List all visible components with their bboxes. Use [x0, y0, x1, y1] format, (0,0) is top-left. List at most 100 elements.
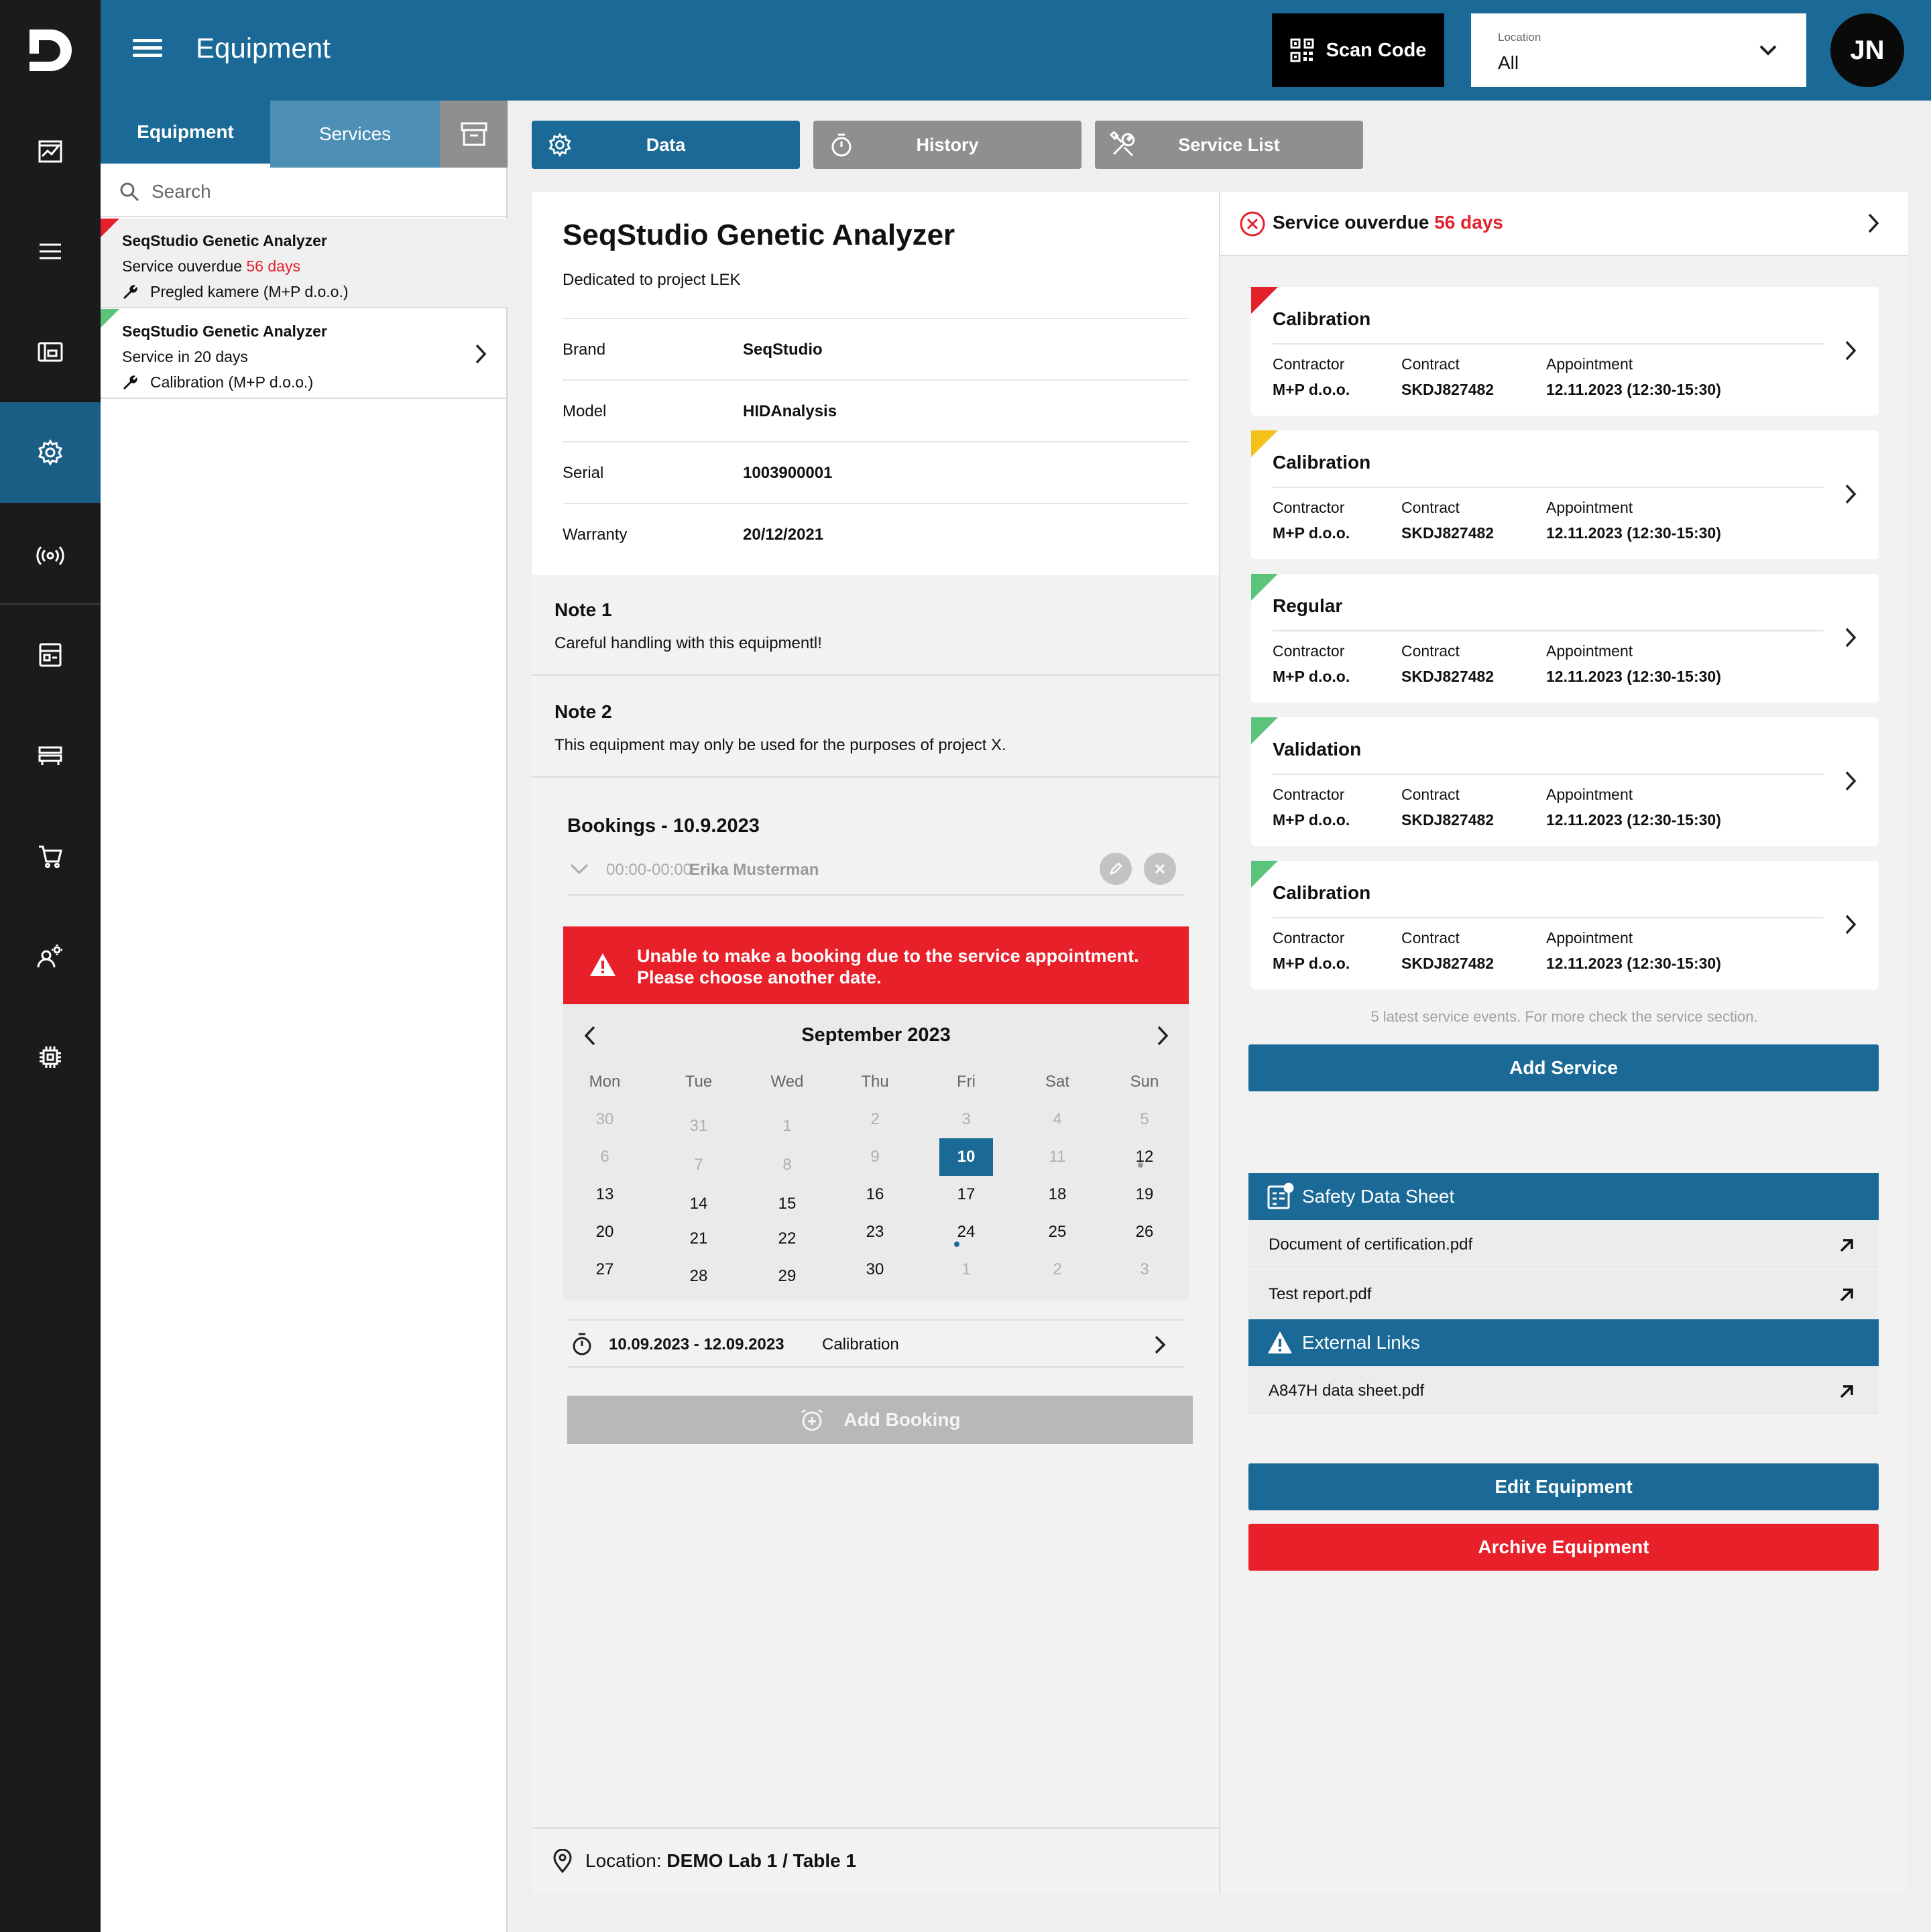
item-task: Pregled kamere (M+P d.o.o.) [122, 283, 349, 301]
storage-icon[interactable] [0, 705, 101, 806]
calendar-day[interactable]: 20 [578, 1213, 632, 1251]
user-avatar[interactable]: JN [1830, 13, 1904, 87]
calendar-day[interactable]: 31 [672, 1107, 725, 1145]
sensor-icon[interactable] [0, 503, 101, 603]
calendar-day[interactable]: 27 [578, 1251, 632, 1288]
calendar-day[interactable]: 16 [848, 1176, 902, 1213]
calendar-day[interactable]: 1 [939, 1251, 993, 1288]
service-card[interactable]: Calibration Contractor Contract Appointment… [1251, 861, 1879, 989]
calendar-day[interactable]: 3 [1118, 1251, 1171, 1288]
contract-label: Contract [1401, 355, 1460, 373]
booking-person: Erika Musterman [689, 861, 819, 879]
calendar-day[interactable]: 3 [939, 1101, 993, 1138]
location-select[interactable]: Location All [1471, 13, 1806, 87]
edit-equipment-button[interactable]: Edit Equipment [1248, 1463, 1879, 1510]
archive-tab[interactable] [440, 101, 508, 168]
calendar-day[interactable]: 7 [672, 1146, 725, 1184]
calendar-day[interactable]: 4 [1031, 1101, 1084, 1138]
equipment-list-item[interactable]: SeqStudio Genetic Analyzer Service ouver… [101, 219, 508, 308]
booking-row[interactable]: 00:00-00:00 Erika Musterman [567, 842, 1184, 896]
external-link[interactable]: A847H data sheet.pdf [1248, 1366, 1879, 1416]
calendar-day[interactable]: 9 [848, 1138, 902, 1176]
calendar-day-selected[interactable]: 10 [939, 1138, 993, 1176]
document-link[interactable]: Document of certification.pdf [1248, 1220, 1879, 1270]
calendar-day[interactable]: 15 [760, 1185, 814, 1223]
tab-service-list[interactable]: Service List [1095, 121, 1363, 169]
equipment-title: SeqStudio Genetic Analyzer [563, 219, 955, 251]
delete-booking-button[interactable] [1144, 853, 1176, 885]
scan-code-button[interactable]: Scan Code [1272, 13, 1444, 87]
chevron-right-icon [1845, 914, 1857, 934]
analytics-icon[interactable] [0, 101, 101, 201]
chevron-down-icon[interactable] [567, 859, 591, 880]
archive-equipment-button[interactable]: Archive Equipment [1248, 1524, 1879, 1571]
tab-services[interactable]: Services [270, 101, 440, 168]
property-row-brand: Brand SeqStudio [563, 318, 1189, 379]
service-card[interactable]: Validation Contractor Contract Appointment M… [1251, 717, 1879, 846]
top-header: Equipment Scan Code Location All JN [101, 0, 1931, 101]
user-settings-icon[interactable] [0, 906, 101, 1007]
service-overdue-header[interactable]: Service ouverdue 56 days [1220, 192, 1908, 256]
appointment-label: Appointment [1546, 929, 1633, 947]
service-card[interactable]: Calibration Contractor Contract Appointment… [1251, 287, 1879, 416]
calendar-day[interactable]: 28 [672, 1258, 725, 1295]
hamburger-menu-icon[interactable] [133, 35, 162, 64]
external-links-header: External Links [1248, 1319, 1879, 1366]
booking-error-alert: Unable to make a booking due to the serv… [563, 926, 1189, 1004]
scheduled-service-row[interactable]: 10.09.2023 - 12.09.2023 Calibration [567, 1319, 1184, 1368]
calendar-day[interactable]: 30 [848, 1251, 902, 1288]
inventory-icon[interactable] [0, 605, 101, 705]
calendar-day[interactable]: 6 [578, 1138, 632, 1176]
calendar-day[interactable]: 12 [1118, 1138, 1171, 1176]
external-link-icon [1840, 1239, 1853, 1252]
calendar-day[interactable]: 2 [1031, 1251, 1084, 1288]
service-card[interactable]: Calibration Contractor Contract Appointment… [1251, 430, 1879, 559]
calendar-day[interactable]: 19 [1118, 1176, 1171, 1213]
tab-data[interactable]: Data [532, 121, 800, 169]
calendar-day[interactable]: 25 [1031, 1213, 1084, 1251]
calendar-day[interactable]: 5 [1118, 1101, 1171, 1138]
tab-history[interactable]: History [813, 121, 1081, 169]
calendar-day[interactable]: 2 [848, 1101, 902, 1138]
equipment-list-item[interactable]: SeqStudio Genetic Analyzer Service in 20… [101, 309, 508, 399]
add-booking-button[interactable]: Add Booking [567, 1396, 1193, 1444]
calendar-day[interactable]: 21 [672, 1220, 725, 1258]
contractor-value: M+P d.o.o. [1273, 811, 1350, 829]
calendar-day[interactable]: 29 [760, 1258, 814, 1295]
calendar-day[interactable]: 17 [939, 1176, 993, 1213]
property-key: Serial [563, 464, 604, 482]
chevron-right-icon [1868, 213, 1879, 233]
calendar-day[interactable]: 1 [760, 1107, 814, 1145]
contract-value: SKDJ827482 [1401, 524, 1495, 542]
chip-icon[interactable] [0, 1007, 101, 1107]
calendar-day[interactable]: 11 [1031, 1138, 1084, 1176]
calendar-day[interactable]: 14 [672, 1185, 725, 1223]
calendar-day[interactable]: 24 [939, 1213, 993, 1251]
service-card[interactable]: Regular Contractor Contract Appointment M+P … [1251, 574, 1879, 703]
calendar-day[interactable]: 26 [1118, 1213, 1171, 1251]
gallery-icon[interactable] [0, 302, 101, 402]
equipment-detail-panel: SeqStudio Genetic Analyzer Dedicated to … [532, 192, 1219, 1893]
equipment-gear-icon[interactable] [0, 402, 101, 503]
contract-label: Contract [1401, 642, 1460, 660]
document-check-icon [1267, 1183, 1294, 1209]
calendar-next-icon[interactable] [1152, 1024, 1172, 1047]
calendar-day[interactable]: 13 [578, 1176, 632, 1213]
weekday-label: Thu [861, 1073, 889, 1091]
calendar-day[interactable]: 8 [760, 1146, 814, 1184]
list-icon[interactable] [0, 201, 101, 302]
add-service-button[interactable]: Add Service [1248, 1044, 1879, 1091]
cart-icon[interactable] [0, 806, 101, 906]
calendar-day[interactable]: 18 [1031, 1176, 1084, 1213]
search-input[interactable] [152, 181, 473, 202]
edit-booking-button[interactable] [1100, 853, 1132, 885]
document-link[interactable]: Test report.pdf [1248, 1270, 1879, 1319]
calendar-day[interactable]: 22 [760, 1220, 814, 1258]
calendar-day[interactable]: 30 [578, 1101, 632, 1138]
contractor-label: Contractor [1273, 929, 1345, 947]
calendar-day[interactable]: 23 [848, 1213, 902, 1251]
brand-logo-icon[interactable] [27, 27, 74, 74]
equipment-info: SeqStudio Genetic Analyzer Dedicated to … [532, 192, 1219, 575]
property-key: Model [563, 402, 607, 420]
tab-equipment[interactable]: Equipment [101, 101, 270, 168]
